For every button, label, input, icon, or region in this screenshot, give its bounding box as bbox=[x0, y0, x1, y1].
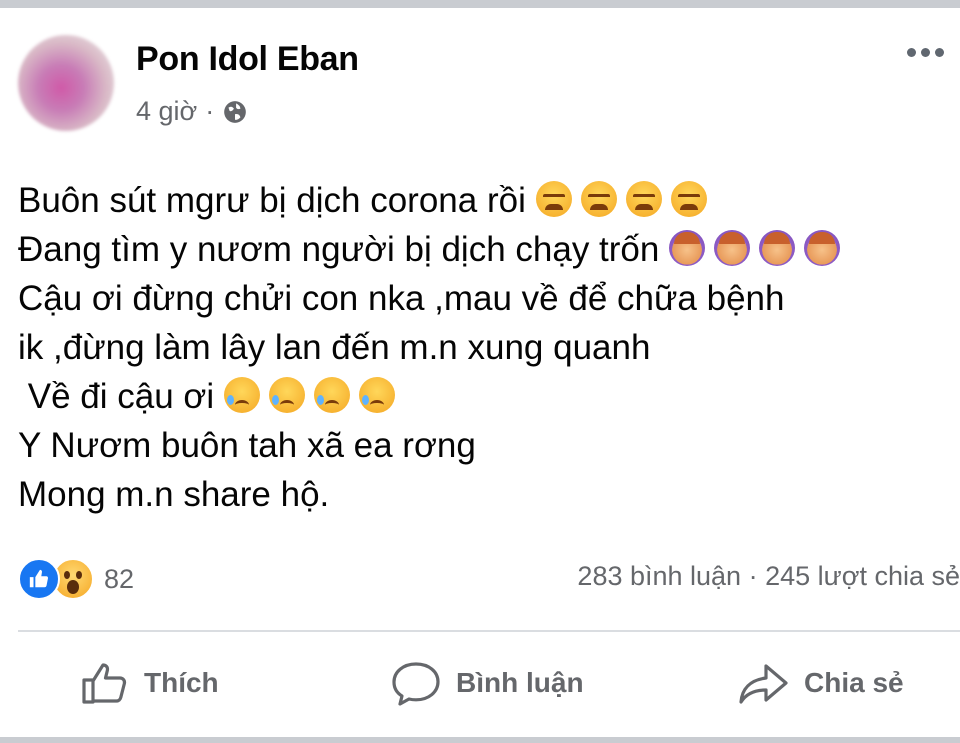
post-line-text: Mong m.n share hộ. bbox=[18, 475, 330, 514]
weary-emoji-icon bbox=[580, 181, 617, 217]
post-line-text: Cậu ơi đừng chửi con nka ,mau về để chữa… bbox=[18, 279, 785, 318]
post-line-text: Về đi cậu ơi bbox=[18, 377, 224, 416]
post-line: Buôn sút mgrư bị dịch corona rồi bbox=[18, 176, 849, 225]
avatar[interactable] bbox=[18, 35, 114, 131]
weary-emoji-icon bbox=[670, 181, 707, 217]
comment-icon bbox=[392, 662, 440, 706]
sad-tear-emoji-icon bbox=[358, 377, 395, 413]
post-text: Buôn sút mgrư bị dịch corona rồi Đang tì… bbox=[18, 176, 849, 519]
top-divider bbox=[0, 0, 960, 8]
stats-separator: · bbox=[748, 561, 758, 591]
post-time[interactable]: 4 giờ bbox=[136, 96, 197, 127]
post-line-text: Buôn sút mgrư bị dịch corona rồi bbox=[18, 181, 536, 220]
actions-divider bbox=[18, 630, 960, 632]
facepalm-emoji-icon bbox=[669, 230, 706, 266]
globe-icon bbox=[224, 100, 247, 123]
facebook-post: Pon Idol Eban 4 giờ · Buôn sút mgrư bị d… bbox=[0, 0, 960, 743]
post-line-text: Y Nươm buôn tah xã ea rơng bbox=[18, 426, 476, 465]
weary-emoji-icon bbox=[535, 181, 572, 217]
facepalm-emoji-icon bbox=[759, 230, 796, 266]
post-line-text: Đang tìm y nươm người bị dịch chạy trốn bbox=[18, 230, 670, 269]
meta-separator: · bbox=[205, 96, 215, 126]
thumbs-up-icon bbox=[82, 663, 127, 704]
post-stats: 283 bình luận · 245 lượt chia sẻ bbox=[577, 561, 960, 592]
like-button[interactable]: Thích bbox=[80, 660, 219, 706]
sad-tear-emoji-icon bbox=[313, 377, 350, 413]
share-label: Chia sẻ bbox=[804, 667, 904, 698]
post-line: Mong m.n share hộ. bbox=[18, 470, 849, 519]
post-line: Đang tìm y nươm người bị dịch chạy trốn bbox=[18, 225, 849, 274]
sad-tear-emoji-icon bbox=[223, 377, 260, 413]
reactions-summary[interactable]: 82 bbox=[18, 558, 134, 600]
post-line: Cậu ơi đừng chửi con nka ,mau về để chữa… bbox=[18, 274, 849, 323]
comment-count[interactable]: 283 bình luận bbox=[577, 561, 741, 591]
share-count[interactable]: 245 lượt chia sẻ bbox=[765, 561, 960, 591]
reaction-count: 82 bbox=[104, 563, 135, 594]
comment-label: Bình luận bbox=[456, 667, 584, 698]
post-line: Y Nươm buôn tah xã ea rơng bbox=[18, 421, 849, 470]
post-line: Về đi cậu ơi bbox=[18, 372, 849, 421]
like-label: Thích bbox=[144, 667, 219, 698]
author-name[interactable]: Pon Idol Eban bbox=[136, 40, 359, 79]
facepalm-emoji-icon bbox=[714, 230, 751, 266]
facepalm-emoji-icon bbox=[804, 230, 841, 266]
bottom-divider bbox=[0, 737, 960, 743]
sad-tear-emoji-icon bbox=[268, 377, 305, 413]
share-arrow-icon bbox=[739, 664, 788, 704]
more-options-icon[interactable] bbox=[907, 48, 944, 57]
comment-button[interactable]: Bình luận bbox=[390, 660, 584, 706]
like-icon bbox=[18, 558, 60, 600]
share-button[interactable]: Chia sẻ bbox=[738, 660, 904, 706]
weary-emoji-icon bbox=[625, 181, 662, 217]
post-line-text: ik ,đừng làm lây lan đến m.n xung quanh bbox=[18, 328, 651, 367]
post-meta: 4 giờ · bbox=[136, 96, 248, 127]
post-line: ik ,đừng làm lây lan đến m.n xung quanh bbox=[18, 323, 849, 372]
